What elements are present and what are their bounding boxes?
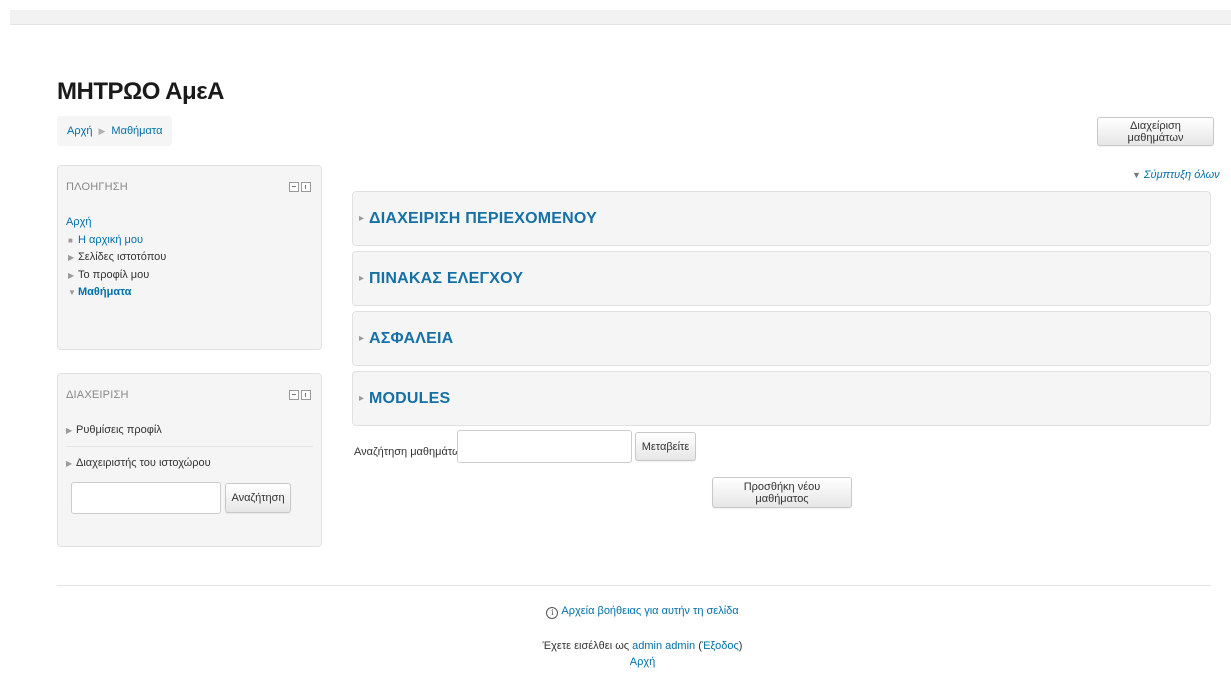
nav-home-link[interactable]: Αρχή — [66, 216, 92, 228]
section-label: ΠΙΝΑΚΑΣ ΕΛΕΓΧΟΥ — [369, 269, 524, 287]
add-new-course-button[interactable]: Προσθήκη νέου μαθήματος — [712, 477, 852, 508]
nav-item-label: Σελίδες ιστοτόπου — [78, 251, 167, 263]
section-security[interactable]: ▸ ΑΣΦΑΛΕΙΑ — [352, 311, 1211, 366]
expand-arrow-icon: ▸ — [359, 393, 365, 404]
expand-arrow-icon: ▸ — [359, 273, 365, 284]
admin-item-label: Διαχειριστής του ιστοχώρου — [76, 457, 211, 469]
collapse-block-icon[interactable] — [289, 390, 299, 400]
dock-block-icon[interactable] — [301, 182, 311, 192]
navigation-block-controls — [289, 182, 311, 192]
admin-search-button[interactable]: Αναζήτηση — [225, 483, 291, 513]
course-search-label: Αναζήτηση μαθημάτων: — [354, 446, 470, 458]
user-profile-link[interactable]: admin admin — [632, 640, 695, 652]
nav-item-site-pages[interactable]: ▶ Σελίδες ιστοτόπου — [66, 249, 166, 267]
collapse-block-icon[interactable] — [289, 182, 299, 192]
administration-block-title: ΔΙΑΧΕΙΡΙΣΗ — [66, 389, 129, 401]
logout-link[interactable]: Έξοδος — [702, 640, 739, 652]
section-content-management[interactable]: ▸ ΔΙΑΧΕΙΡΙΣΗ ΠΕΡΙΕΧΟΜΕΝΟΥ — [352, 191, 1211, 246]
admin-item-site-administration[interactable]: ▶ Διαχειριστής του ιστοχώρου — [66, 457, 211, 469]
expand-arrow-icon: ▶ — [66, 425, 73, 435]
login-info: Έχετε εισέλθει ως admin admin (Έξοδος) — [542, 640, 743, 652]
collapse-arrow-icon: ▼ — [68, 288, 76, 297]
expand-arrow-icon: ▸ — [359, 333, 365, 344]
help-docs-link[interactable]: Αρχεία βοήθειας για αυτήν τη σελίδα — [561, 605, 738, 617]
nav-item-label: Η αρχική μου — [78, 233, 143, 246]
top-bar — [10, 10, 1231, 25]
collapse-triangle-icon: ▼ — [1132, 170, 1141, 180]
section-label: ΑΣΦΑΛΕΙΑ — [369, 329, 454, 347]
expand-arrow-icon: ▶ — [66, 458, 73, 468]
breadcrumb: Αρχή ▶ Μαθήματα — [57, 116, 173, 146]
nav-item-label: Μαθήματα — [78, 286, 132, 298]
section-label: MODULES — [369, 389, 451, 407]
nav-item-my-home[interactable]: ■ Η αρχική μου — [66, 232, 166, 250]
administration-block: ΔΙΑΧΕΙΡΙΣΗ ▶ Ρυθμίσεις προφίλ ▶ Διαχειρι… — [57, 373, 322, 547]
navigation-list: Αρχή ■ Η αρχική μου ▶ Σελίδες ιστοτόπου … — [66, 214, 166, 302]
collapse-all-link[interactable]: ▼ Σύμπτυξη όλων — [1132, 169, 1220, 181]
info-icon: i — [546, 607, 559, 619]
footer-help: i Αρχεία βοήθειας για αυτήν τη σελίδα — [54, 605, 1231, 619]
dock-block-icon[interactable] — [301, 390, 311, 400]
page-title: ΜΗΤΡΩΟ ΑμεΑ — [57, 78, 224, 105]
admin-search-input[interactable] — [71, 482, 221, 514]
breadcrumb-home-link[interactable]: Αρχή — [67, 125, 93, 137]
collapse-all-label: Σύμπτυξη όλων — [1143, 169, 1220, 181]
expand-arrow-icon: ▶ — [68, 253, 75, 262]
breadcrumb-separator-icon: ▶ — [98, 125, 106, 136]
nav-item-courses[interactable]: ▼ Μαθήματα — [66, 284, 166, 302]
breadcrumb-current-link[interactable]: Μαθήματα — [111, 125, 162, 137]
section-label: ΔΙΑΧΕΙΡΙΣΗ ΠΕΡΙΕΧΟΜΕΝΟΥ — [369, 209, 597, 227]
admin-item-label: Ρυθμίσεις προφίλ — [76, 424, 162, 436]
bullet-icon: ■ — [68, 235, 73, 245]
footer-divider — [57, 585, 1211, 586]
section-dashboard[interactable]: ▸ ΠΙΝΑΚΑΣ ΕΛΕΓΧΟΥ — [352, 251, 1211, 306]
expand-arrow-icon: ▸ — [359, 213, 365, 224]
go-button[interactable]: Μεταβείτε — [635, 432, 696, 461]
logged-in-prefix: Έχετε εισέλθει ως — [542, 640, 630, 652]
manage-courses-button[interactable]: Διαχείριση μαθημάτων — [1097, 117, 1214, 146]
expand-arrow-icon: ▶ — [68, 270, 75, 280]
administration-block-controls — [289, 390, 311, 400]
footer-home: Αρχή — [54, 656, 1231, 668]
admin-item-profile-settings[interactable]: ▶ Ρυθμίσεις προφίλ — [66, 424, 162, 436]
footer-home-link[interactable]: Αρχή — [630, 656, 656, 668]
divider — [66, 446, 313, 447]
section-modules[interactable]: ▸ MODULES — [352, 371, 1211, 426]
course-search-input[interactable] — [457, 430, 632, 463]
nav-item-label: Το προφίλ μου — [78, 268, 150, 281]
navigation-block: ΠΛΟΗΓΗΣΗ Αρχή ■ Η αρχική μου ▶ Σελίδες ι… — [57, 165, 322, 350]
nav-item-my-profile[interactable]: ▶ Το προφίλ μου — [66, 267, 166, 285]
navigation-block-title: ΠΛΟΗΓΗΣΗ — [66, 181, 128, 193]
